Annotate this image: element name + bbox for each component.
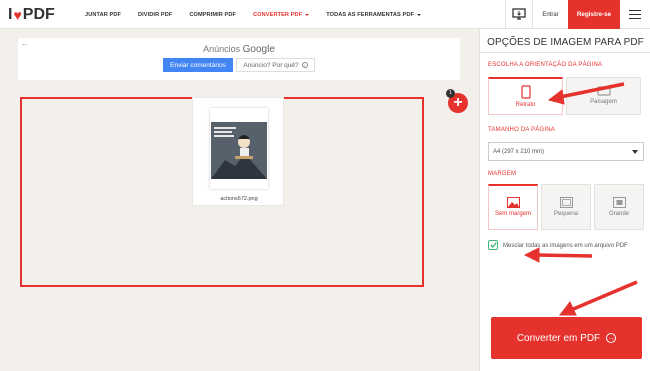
orientation-options: Retrato Paisagem (488, 77, 641, 115)
nav-item-label: DIVIDIR PDF (138, 11, 173, 18)
login-link[interactable]: Entrar (533, 0, 568, 29)
margin-option-label: Sem margem (494, 211, 531, 217)
portrait-page-icon (520, 84, 531, 99)
send-feedback-button[interactable]: Enviar comentários (163, 58, 233, 72)
orientation-portrait-option[interactable]: Retrato (488, 77, 563, 115)
file-card[interactable]: actions672.png (192, 97, 284, 206)
margin-option-label: Grande (608, 210, 629, 217)
logo-text-i: I (8, 6, 13, 23)
nav-item-label: CONVERTER PDF (253, 11, 303, 18)
landscape-page-icon (596, 86, 611, 96)
nav-item-dividir[interactable]: DIVIDIR PDF (138, 12, 172, 18)
file-count-badge: 1 (446, 89, 455, 98)
ad-banner: ← Anúncios Google Enviar comentários Anú… (18, 38, 460, 80)
margin-large-option[interactable]: Grande (594, 184, 644, 230)
orientation-landscape-option[interactable]: Paisagem (566, 77, 641, 115)
file-name: actions672.png (220, 196, 258, 202)
thumbnail-image (211, 122, 267, 179)
chevron-down-icon (632, 150, 638, 154)
merge-images-checkbox[interactable] (488, 240, 498, 250)
orientation-option-label: Retrato (515, 101, 536, 108)
margin-option-label: Pequena (553, 210, 579, 217)
convert-to-pdf-button[interactable]: Converter em PDF → (491, 317, 642, 359)
caret-down-icon (305, 13, 310, 16)
caret-down-icon (416, 13, 421, 16)
margin-options: Sem margem Pequena Grande (488, 184, 644, 230)
file-thumbnail (210, 108, 268, 189)
monitor-icon (512, 8, 526, 20)
hamburger-menu-icon[interactable] (620, 0, 650, 29)
logo-text-pdf: PDF (22, 6, 55, 23)
arrow-right-circle-icon: → (606, 333, 617, 343)
nav-item-todas-ferramentas[interactable]: TODAS AS FERRAMENTAS PDF (326, 12, 421, 18)
nav-item-converter[interactable]: CONVERTER PDF (253, 11, 310, 18)
nav-item-label: COMPRIMIR PDF (189, 11, 237, 18)
options-panel: OPÇÕES DE IMAGEM PARA PDF ESCOLHA A ORIE… (479, 29, 650, 371)
page-size-value: A4 (297 x 210 mm) (493, 148, 545, 155)
orientation-option-label: Paisagem (590, 99, 617, 105)
margin-small-option[interactable]: Pequena (541, 184, 591, 230)
ads-title: Anúncios Google (18, 44, 460, 55)
page-size-select[interactable]: A4 (297 x 210 mm) (488, 142, 644, 161)
image-large-margin-icon (612, 196, 626, 208)
info-icon: i (301, 62, 308, 68)
image-small-margin-icon (559, 196, 573, 208)
ilovepdf-logo[interactable]: I ♥ PDF (8, 6, 55, 24)
divider (480, 52, 650, 53)
why-ad-button[interactable]: Anúncio? Por quê? i (236, 58, 315, 72)
orientation-label: ESCOLHA A ORIENTAÇÃO DA PÁGINA (488, 62, 603, 68)
nav-item-comprimir[interactable]: COMPRIMIR PDF (189, 12, 236, 18)
illustration-graphic (211, 122, 267, 179)
image-no-margin-icon (506, 197, 520, 208)
convert-button-label: Converter em PDF (516, 332, 601, 344)
nav-item-label: JUNTAR PDF (85, 11, 122, 18)
heart-icon: ♥ (13, 7, 22, 23)
merge-images-label: Mesclar todas as imagens em um arquivo P… (503, 243, 628, 249)
margin-none-option[interactable]: Sem margem (488, 184, 538, 230)
register-button[interactable]: Registre-se (568, 0, 620, 29)
nav-item-juntar[interactable]: JUNTAR PDF (85, 12, 121, 18)
nav-item-label: TODAS AS FERRAMENTAS PDF (326, 11, 414, 18)
ads-title-brand: Google (242, 44, 275, 55)
ads-title-prefix: Anúncios (203, 44, 241, 54)
page-size-label: TAMANHO DA PÁGINA (488, 127, 555, 133)
desktop-app-button[interactable] (505, 0, 533, 29)
margin-label: MARGEM (488, 171, 517, 177)
top-navbar: I ♥ PDF JUNTAR PDF DIVIDIR PDF COMPRIMIR P… (0, 0, 650, 29)
checkmark-icon (489, 242, 497, 248)
main-nav: JUNTAR PDF DIVIDIR PDF COMPRIMIR PDF CON… (85, 0, 438, 29)
panel-title: OPÇÕES DE IMAGEM PARA PDF (487, 37, 644, 48)
why-ad-label: Anúncio? Por quê? (243, 61, 299, 69)
